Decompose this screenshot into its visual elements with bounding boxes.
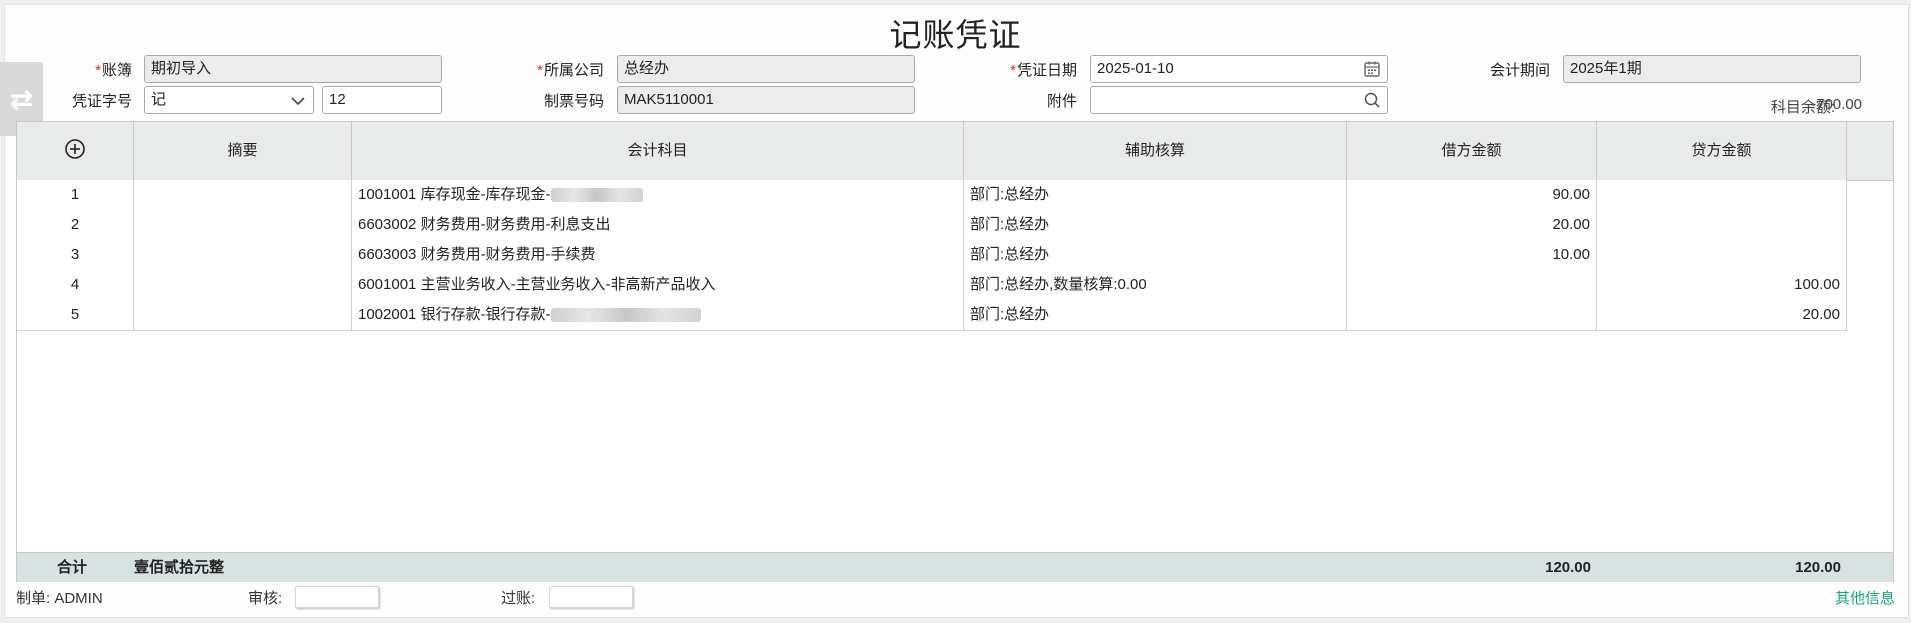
debit-cell[interactable]: 20.00 — [1347, 210, 1597, 240]
period-field[interactable]: 2025年1期 — [1563, 55, 1861, 83]
ledger-label: *账簿 — [95, 62, 132, 79]
header-summary: 摘要 — [134, 122, 352, 180]
summary-cell[interactable] — [134, 240, 352, 270]
account-text: 1001001 库存现金-库存现金- — [358, 186, 551, 203]
company-field[interactable]: 总经办 — [617, 55, 915, 83]
credit-cell[interactable] — [1597, 240, 1847, 270]
attachment-label: 附件 — [1046, 93, 1077, 110]
credit-cell[interactable] — [1597, 180, 1847, 210]
credit-cell[interactable]: 20.00 — [1597, 300, 1847, 330]
chevron-down-icon — [291, 97, 305, 106]
voucher-table: 摘要 会计科目 辅助核算 借方金额 贷方金额 1 1001001 库存现金-库存… — [16, 121, 1894, 582]
voucher-word-value: 记 — [151, 91, 167, 108]
total-label: 合计 — [57, 559, 88, 576]
table-row[interactable]: 1 1001001 库存现金-库存现金- 部门:总经办 90.00 — [17, 180, 1847, 211]
account-cell[interactable]: 6001001 主营业务收入-主营业务收入-非高新产品收入 — [352, 270, 964, 300]
table-row[interactable]: 3 6603003 财务费用-财务费用-手续费 部门:总经办 10.00 — [17, 240, 1847, 271]
other-info-link[interactable]: 其他信息 — [1835, 587, 1895, 608]
credit-cell[interactable]: 100.00 — [1597, 270, 1847, 300]
ticket-label: 制票号码 — [543, 93, 604, 110]
summary-cell[interactable] — [134, 300, 352, 330]
ticket-field[interactable]: MAK5110001 — [617, 86, 915, 114]
totals-row: 合计 壹佰贰拾元整 120.00 120.00 — [17, 552, 1893, 582]
voucher-word-select[interactable]: 记 — [144, 86, 314, 114]
row-number: 5 — [17, 300, 134, 330]
debit-cell[interactable] — [1347, 300, 1597, 330]
date-value: 2025-01-10 — [1097, 60, 1174, 77]
account-cell[interactable]: 1001001 库存现金-库存现金- — [352, 180, 964, 210]
summary-cell[interactable] — [134, 210, 352, 240]
aux-cell[interactable]: 部门:总经办,数量核算:0.00 — [964, 270, 1347, 300]
date-field[interactable]: 2025-01-10 — [1090, 55, 1388, 83]
add-row-cell — [17, 122, 134, 180]
voucher-word-label: 凭证字号 — [71, 93, 132, 110]
post-signature-field[interactable] — [549, 586, 633, 608]
aux-cell[interactable]: 部门:总经办 — [964, 300, 1347, 330]
company-label: *所属公司 — [537, 62, 604, 79]
ledger-field[interactable]: 期初导入 — [144, 55, 442, 83]
aux-cell[interactable]: 部门:总经办 — [964, 180, 1347, 210]
row-number: 2 — [17, 210, 134, 240]
redacted-text — [550, 188, 643, 203]
debit-cell[interactable]: 10.00 — [1347, 240, 1597, 270]
header-debit: 借方金额 — [1347, 122, 1597, 180]
date-label: *凭证日期 — [1010, 62, 1077, 79]
header-credit: 贷方金额 — [1597, 122, 1847, 180]
table-row[interactable]: 4 6001001 主营业务收入-主营业务收入-非高新产品收入 部门:总经办,数… — [17, 270, 1847, 301]
summary-cell[interactable] — [134, 270, 352, 300]
aux-cell[interactable]: 部门:总经办 — [964, 210, 1347, 240]
header-account: 会计科目 — [352, 122, 964, 180]
maker-value: ADMIN — [54, 590, 103, 607]
total-amount-words: 壹佰贰拾元整 — [134, 559, 225, 576]
page-title: 记账凭证 — [889, 17, 1022, 53]
debit-cell[interactable]: 90.00 — [1347, 180, 1597, 210]
total-credit: 120.00 — [1795, 559, 1841, 576]
search-icon[interactable] — [1363, 91, 1381, 109]
aux-cell[interactable]: 部门:总经办 — [964, 240, 1347, 270]
post-label: 过账: — [501, 590, 536, 607]
table-header: 摘要 会计科目 辅助核算 借方金额 贷方金额 — [17, 122, 1893, 181]
calendar-icon[interactable] — [1363, 60, 1381, 78]
total-debit: 120.00 — [1545, 559, 1591, 576]
account-cell[interactable]: 6603002 财务费用-财务费用-利息支出 — [352, 210, 964, 240]
balance-value: -700.00 — [1811, 96, 1862, 113]
period-label: 会计期间 — [1489, 62, 1550, 79]
row-number: 4 — [17, 270, 134, 300]
header-aux: 辅助核算 — [964, 122, 1347, 180]
audit-signature-field[interactable] — [295, 586, 379, 608]
account-cell[interactable]: 6603003 财务费用-财务费用-手续费 — [352, 240, 964, 270]
redacted-text — [550, 308, 701, 323]
table-row[interactable]: 5 1002001 银行存款-银行存款- 部门:总经办 20.00 — [17, 300, 1847, 331]
attachment-field[interactable] — [1090, 86, 1388, 114]
row-number: 3 — [17, 240, 134, 270]
row-number: 1 — [17, 180, 134, 210]
voucher-number-field[interactable]: 12 — [322, 86, 442, 114]
credit-cell[interactable] — [1597, 210, 1847, 240]
summary-cell[interactable] — [134, 180, 352, 210]
account-text: 1002001 银行存款-银行存款- — [358, 306, 551, 323]
audit-label: 审核: — [248, 590, 283, 607]
plus-circle-icon[interactable] — [64, 138, 86, 160]
debit-cell[interactable] — [1347, 270, 1597, 300]
maker-info: 制单: ADMIN — [16, 587, 103, 608]
account-cell[interactable]: 1002001 银行存款-银行存款- — [352, 300, 964, 330]
table-row[interactable]: 2 6603002 财务费用-财务费用-利息支出 部门:总经办 20.00 — [17, 210, 1847, 241]
maker-label: 制单: — [16, 590, 51, 607]
